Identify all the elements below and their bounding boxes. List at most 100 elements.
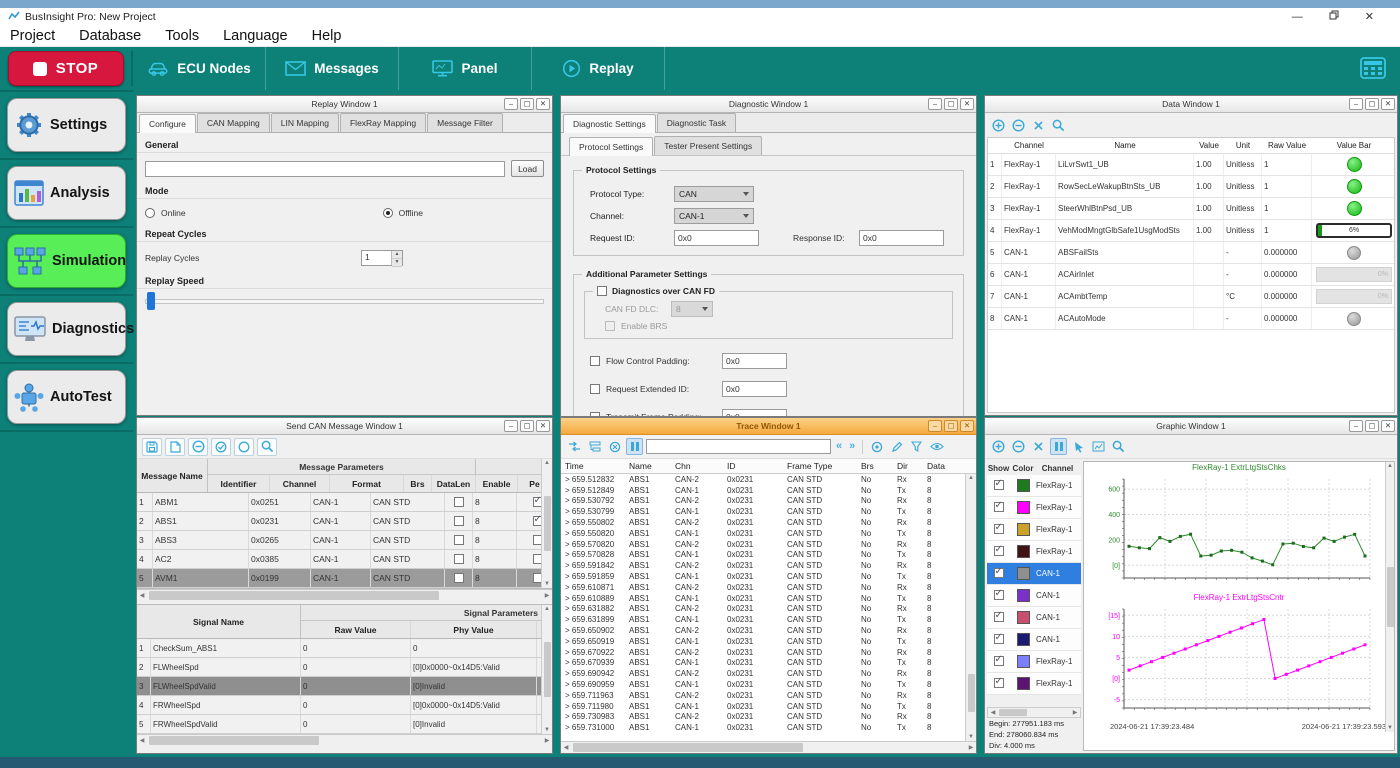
data-row[interactable]: 1FlexRay-1LiLvrSwt1_UB1.00Unitless1 — [988, 154, 1394, 176]
trace-row[interactable]: > 659.670922ABS1CAN-20x0231CAN STDNoRx8 — [561, 647, 976, 658]
remove-icon[interactable] — [188, 438, 208, 456]
trace-row[interactable]: > 659.631882ABS1CAN-20x0231CAN STDNoRx8 — [561, 604, 976, 615]
add-signal-icon[interactable] — [990, 117, 1007, 134]
trace-search-input[interactable] — [646, 439, 831, 454]
sidebar-item-analysis[interactable]: Analysis — [7, 166, 126, 220]
row-checkbox[interactable] — [454, 535, 464, 545]
minimize-button[interactable]: – — [1349, 98, 1363, 110]
pause-icon[interactable] — [626, 438, 643, 455]
color-swatch[interactable] — [1017, 479, 1030, 492]
menu-help[interactable]: Help — [312, 28, 342, 44]
new-message-icon[interactable] — [165, 438, 185, 456]
param-field[interactable] — [722, 381, 787, 397]
toolbar-panel-button[interactable]: Panel — [399, 47, 532, 90]
data-row[interactable]: 2FlexRay-1RowSecLeWakupBtnSts_UB1.00Unit… — [988, 176, 1394, 198]
signal-table-vscrollbar[interactable]: ▲▼ — [541, 605, 552, 734]
channel-select[interactable]: CAN-1 — [674, 208, 754, 224]
maximize-button[interactable]: ▢ — [1365, 420, 1379, 432]
replay-speed-slider[interactable] — [145, 292, 544, 310]
signal-table-hscrollbar[interactable]: ◀▶ — [137, 734, 552, 746]
edit-icon[interactable] — [888, 438, 905, 455]
row-checkbox[interactable] — [454, 516, 464, 526]
close-button[interactable]: ✕ — [960, 98, 974, 110]
trace-row[interactable]: > 659.591842ABS1CAN-20x0231CAN STDNoRx8 — [561, 560, 976, 571]
data-row[interactable]: 5CAN-1ABSFailSts-0.000000 — [988, 242, 1394, 264]
color-swatch[interactable] — [1017, 611, 1030, 624]
send-window-titlebar[interactable]: Send CAN Message Window 1 –▢✕ — [137, 418, 552, 435]
show-checkbox[interactable] — [994, 678, 1004, 688]
graphic-window-titlebar[interactable]: Graphic Window 1 –▢✕ — [985, 418, 1397, 435]
trace-row[interactable]: > 659.570828ABS1CAN-10x0231CAN STDNoTx8 — [561, 550, 976, 561]
legend-row[interactable]: CAN-1 — [987, 607, 1081, 629]
view-icon[interactable] — [928, 438, 945, 455]
param-field[interactable] — [722, 353, 787, 369]
trace-row[interactable]: > 659.631899ABS1CAN-10x0231CAN STDNoTx8 — [561, 614, 976, 625]
trace-row[interactable]: > 659.711963ABS1CAN-20x0231CAN STDNoRx8 — [561, 690, 976, 701]
replay-tab-lin-mapping[interactable]: LIN Mapping — [271, 113, 339, 132]
legend-row[interactable]: CAN-1 — [987, 585, 1081, 607]
uncheck-all-icon[interactable] — [234, 438, 254, 456]
remove-signal-icon[interactable] — [1010, 438, 1027, 455]
data-row[interactable]: 3FlexRay-1SteerWhlBtnPsd_UB1.00Unitless1 — [988, 198, 1394, 220]
minimize-button[interactable]: – — [1349, 420, 1363, 432]
minimize-button[interactable]: – — [504, 420, 518, 432]
slider-handle[interactable] — [147, 292, 155, 310]
legend-row[interactable]: CAN-1 — [987, 629, 1081, 651]
show-checkbox[interactable] — [994, 634, 1004, 644]
clear-icon[interactable] — [1030, 438, 1047, 455]
data-row[interactable]: 7CAN-1ACAmbtTemp°C0.0000000% — [988, 286, 1394, 308]
sidebar-item-simulation[interactable]: Simulation — [7, 234, 126, 288]
trace-row[interactable]: > 659.690942ABS1CAN-20x0231CAN STDNoRx8 — [561, 668, 976, 679]
save-icon[interactable] — [142, 438, 162, 456]
follow-icon[interactable] — [566, 438, 583, 455]
show-checkbox[interactable] — [994, 656, 1004, 666]
menu-database[interactable]: Database — [79, 28, 141, 44]
spin-up-icon[interactable]: ▲ — [392, 251, 402, 259]
data-window-titlebar[interactable]: Data Window 1 –▢✕ — [985, 96, 1397, 113]
param-checkbox[interactable] — [590, 384, 600, 394]
color-swatch[interactable] — [1017, 677, 1030, 690]
sidebar-item-diagnostics[interactable]: Diagnostics — [7, 302, 126, 356]
next-icon[interactable]: » — [849, 441, 855, 452]
toolbar-replay-button[interactable]: Replay — [532, 47, 665, 90]
trace-row[interactable]: > 659.512832ABS1CAN-20x0231CAN STDNoRx8 — [561, 474, 976, 485]
legend-row[interactable]: FlexRay-1 — [987, 673, 1081, 695]
row-checkbox[interactable] — [454, 497, 464, 507]
diagnostic-window-titlebar[interactable]: Diagnostic Window 1 –▢✕ — [561, 96, 976, 113]
maximize-button[interactable]: ▢ — [520, 420, 534, 432]
app-close-button[interactable]: ✕ — [1365, 10, 1374, 23]
param-field[interactable] — [722, 409, 787, 417]
trace-row[interactable]: > 659.591859ABS1CAN-10x0231CAN STDNoTx8 — [561, 571, 976, 582]
app-restore-button[interactable] — [1329, 10, 1339, 23]
trace-row[interactable]: > 659.610871ABS1CAN-20x0231CAN STDNoRx8 — [561, 582, 976, 593]
signal-row[interactable]: 3FLWheelSpdValid0[0]Invalid — [137, 677, 552, 696]
trace-window-titlebar[interactable]: Trace Window 1 –▢✕ — [561, 418, 976, 435]
row-checkbox[interactable] — [454, 554, 464, 564]
param-checkbox[interactable] — [590, 356, 600, 366]
trace-row[interactable]: > 659.512849ABS1CAN-10x0231CAN STDNoTx8 — [561, 485, 976, 496]
grid-panel-icon[interactable] — [1360, 57, 1400, 81]
message-row[interactable]: 4AC20x0385CAN-1CAN STD8100 — [137, 550, 552, 569]
color-swatch[interactable] — [1017, 523, 1030, 536]
sidebar-item-settings[interactable]: Settings — [7, 98, 126, 152]
prev-icon[interactable]: « — [836, 441, 842, 452]
menu-tools[interactable]: Tools — [165, 28, 199, 44]
trace-row[interactable]: > 659.550802ABS1CAN-20x0231CAN STDNoRx8 — [561, 517, 976, 528]
maximize-button[interactable]: ▢ — [520, 98, 534, 110]
replay-tab-message-filter[interactable]: Message Filter — [427, 113, 503, 132]
request-id-field[interactable] — [674, 230, 759, 246]
color-swatch[interactable] — [1017, 655, 1030, 668]
legend-hscrollbar[interactable]: ◀▶ — [987, 707, 1081, 718]
record-stop-icon[interactable] — [606, 438, 623, 455]
diagnostic-sub-tab-protocol-settings[interactable]: Protocol Settings — [569, 137, 653, 156]
show-checkbox[interactable] — [994, 524, 1004, 534]
trace-row[interactable]: > 659.610889ABS1CAN-10x0231CAN STDNoTx8 — [561, 593, 976, 604]
data-row[interactable]: 6CAN-1ACAirInlet-0.0000000% — [988, 264, 1394, 286]
add-signal-icon[interactable] — [990, 438, 1007, 455]
trace-row[interactable]: > 659.731000ABS1CAN-10x0231CAN STDNoTx8 — [561, 722, 976, 733]
mark-icon[interactable] — [868, 438, 885, 455]
trace-row[interactable]: > 659.650902ABS1CAN-20x0231CAN STDNoRx8 — [561, 625, 976, 636]
app-minimize-button[interactable]: — — [1292, 11, 1303, 23]
show-checkbox[interactable] — [994, 612, 1004, 622]
show-checkbox[interactable] — [994, 546, 1004, 556]
